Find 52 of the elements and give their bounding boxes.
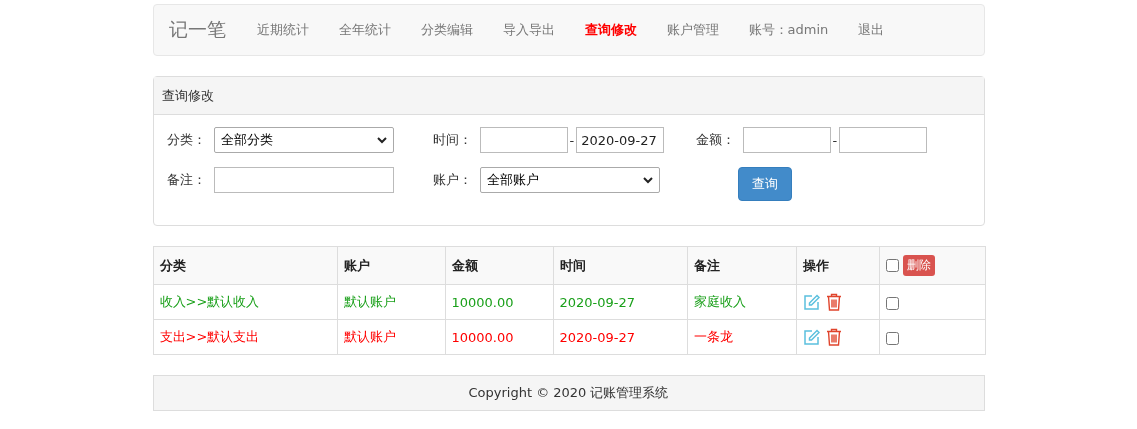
field-label: 账户： [432, 171, 473, 189]
table-cell: 10000.00 [445, 319, 553, 355]
date-from-field[interactable] [479, 127, 568, 153]
dropdown-caret-icon [642, 176, 653, 184]
query-button[interactable]: 查询 [737, 167, 792, 201]
row-checkbox[interactable] [885, 331, 899, 345]
note-field[interactable] [213, 167, 394, 193]
date-to-field[interactable]: 2020-09-27 [576, 127, 665, 153]
table-cell: 10000.00 [445, 284, 553, 320]
column-header: 操作 [796, 246, 879, 285]
copyright-text: Copyright © 2020 记账管理系统 [468, 384, 669, 402]
trash-icon[interactable] [825, 293, 842, 311]
nav-link[interactable]: 分类编辑 [405, 21, 488, 39]
column-header: 时间 [553, 246, 687, 285]
nav-link[interactable]: 账号：admin [733, 21, 844, 39]
column-header: 备注 [687, 246, 796, 285]
column-header: 账户 [337, 246, 445, 285]
range-separator: - [831, 132, 839, 148]
nav-link[interactable]: 导入导出 [487, 21, 570, 39]
edit-icon[interactable] [802, 293, 820, 311]
nav-link[interactable]: 近期统计 [241, 21, 324, 39]
field-label: 分类： [166, 131, 207, 149]
table-cell: 收入>>默认收入 [153, 284, 337, 320]
row-checkbox[interactable] [885, 296, 899, 310]
nav-link[interactable]: 退出 [843, 21, 900, 39]
field-label: 金额： [695, 131, 736, 149]
table-cell: 默认账户 [337, 319, 445, 355]
panel-title: 查询修改 [161, 86, 214, 105]
table-cell: 家庭收入 [687, 284, 796, 320]
nav-link[interactable]: 查询修改 [569, 21, 652, 39]
amount-to-field[interactable] [839, 127, 928, 153]
category-select[interactable]: 全部分类 [213, 127, 394, 153]
column-header: 分类 [153, 246, 337, 285]
table-cell: 默认账户 [337, 284, 445, 320]
trash-icon[interactable] [825, 328, 842, 346]
column-header: 金额 [445, 246, 553, 285]
field-label: 备注： [166, 171, 207, 189]
table-cell: 2020-09-27 [553, 284, 687, 320]
field-label: 时间： [432, 131, 473, 149]
dropdown-caret-icon [376, 136, 387, 144]
select-all-checkbox[interactable] [885, 259, 899, 272]
nav-link[interactable]: 全年统计 [323, 21, 406, 39]
edit-icon[interactable] [802, 328, 820, 346]
range-separator: - [568, 132, 576, 148]
table-cell: 支出>>默认支出 [153, 319, 337, 355]
table-cell: 一条龙 [687, 319, 796, 355]
amount-from-field[interactable] [742, 127, 831, 153]
nav-link[interactable]: 账户管理 [651, 21, 734, 39]
account-select[interactable]: 全部账户 [479, 167, 660, 193]
table-cell: 2020-09-27 [553, 319, 687, 355]
brand-logo[interactable]: 记一笔 [168, 17, 226, 43]
delete-button[interactable]: 删除 [902, 255, 935, 276]
